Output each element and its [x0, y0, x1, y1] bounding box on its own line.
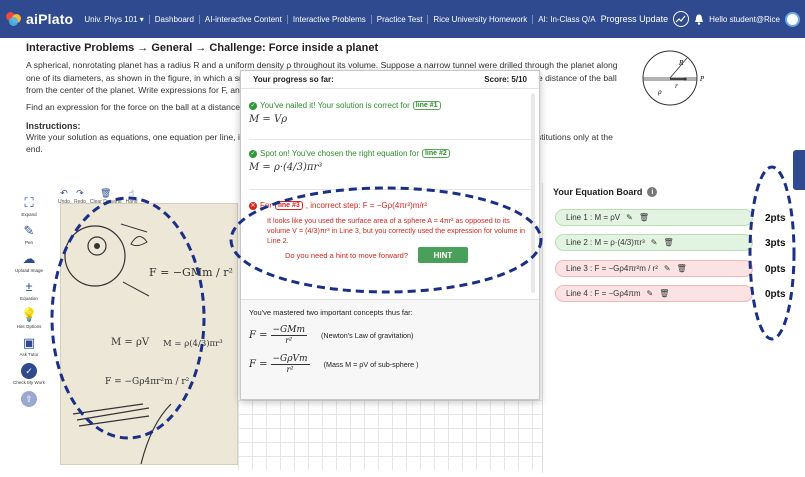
- user-greeting[interactable]: Hello student@Rice: [709, 15, 780, 24]
- bell-icon[interactable]: [694, 14, 704, 25]
- handwritten-line-2: M = ρV: [111, 337, 150, 348]
- hint-question: Do you need a hint to move forward?: [285, 250, 408, 260]
- pencil-icon[interactable]: ✎: [651, 238, 658, 247]
- feedback-equation-2: M = ρ·(4/3)πr³: [249, 162, 323, 173]
- handwritten-line-1: F = −GMm / r²: [149, 266, 233, 279]
- upload-image-tool[interactable]: ☁ Upload Image: [15, 251, 43, 273]
- equation-board-title: Your Equation Board: [553, 187, 643, 197]
- equation-board: Your Equation Board i Line 1 : M = ρV ✎ …: [542, 183, 794, 473]
- nav-progress-update[interactable]: Progress Update: [601, 14, 669, 24]
- undo-icon: ↶: [60, 188, 68, 198]
- mastered-title: You've mastered two important concepts t…: [249, 308, 413, 317]
- nav-rice-homework[interactable]: Rice University Homework: [427, 14, 532, 24]
- pencil-icon[interactable]: ✎: [647, 289, 654, 298]
- cloud-upload-icon: ☁: [22, 251, 36, 266]
- score-label: Score: 5/10: [484, 75, 527, 84]
- equation-icon: ±: [25, 279, 33, 294]
- hint-button[interactable]: HINT: [418, 247, 468, 263]
- modal-title: Your progress so far:: [253, 75, 334, 84]
- pen-icon: ✎: [23, 223, 35, 238]
- avatar[interactable]: [784, 11, 800, 27]
- top-navigation-bar: aiPlato Univ. Phys 101 ▾ Dashboard AI-in…: [0, 0, 805, 38]
- equation-row-3-points: 0pts: [765, 264, 786, 275]
- handwritten-line-3: M = ρ(4/3)πr³: [163, 339, 223, 349]
- trash-icon[interactable]: 🗑: [677, 264, 687, 273]
- feedback-equation-1: M = Vρ: [249, 114, 288, 125]
- trash-icon: 🗑: [100, 188, 112, 198]
- handwritten-line-4: F = −Gρ4πr²m / r²: [105, 377, 190, 387]
- redo-icon: ↷: [76, 188, 84, 198]
- diagram-label-R: R: [678, 60, 684, 67]
- course-selector[interactable]: Univ. Phys 101 ▾: [79, 15, 148, 24]
- feedback-line-2: ✓ Spot on! You've chosen the right equati…: [249, 149, 533, 173]
- line-tag[interactable]: line #2: [421, 149, 450, 158]
- drawing-canvas-grid[interactable]: [238, 400, 554, 470]
- tutor-icon: ▣: [22, 335, 36, 350]
- info-icon[interactable]: i: [647, 187, 658, 197]
- handwritten-work-photo: F = −GMm / r² M = ρV M = ρ(4/3)πr³ F = −…: [60, 203, 238, 465]
- error-explanation: It looks like you used the surface area …: [267, 216, 526, 245]
- side-panel-tab[interactable]: [793, 150, 805, 190]
- equation-row-4-points: 0pts: [765, 289, 786, 300]
- upload-arrow-icon: ⇧: [21, 391, 37, 407]
- equation-row-2-points: 3pts: [765, 238, 786, 249]
- mastered-concepts: You've mastered two important concepts t…: [241, 299, 539, 399]
- submit-button[interactable]: ⇧: [21, 391, 37, 407]
- equation-row-3[interactable]: Line 3 : F = −Gρ4πr²m / r² ✎ 🗑: [555, 260, 753, 277]
- hint-options-tool[interactable]: 💡 Hint Options: [17, 307, 42, 329]
- logo-icon: [6, 12, 22, 26]
- nav-in-class-qa[interactable]: AI: In-Class Q/A: [532, 14, 600, 24]
- planet-diagram: R r ρ P: [642, 50, 705, 106]
- check-circle-icon: ✓: [249, 101, 257, 110]
- diagram-label-r: r: [675, 83, 679, 90]
- nav-ai-interactive-content[interactable]: AI-interactive Content: [198, 14, 287, 24]
- nav-practice-test[interactable]: Practice Test: [370, 14, 428, 24]
- pencil-icon[interactable]: ✎: [626, 213, 633, 222]
- check-circle-icon: ✓: [249, 149, 257, 158]
- equation-row-1[interactable]: Line 1 : M = ρV ✎ 🗑: [555, 209, 753, 226]
- breadcrumb: Interactive Problems → General → Challen…: [26, 42, 379, 54]
- lightbulb-icon: 💡: [20, 307, 38, 322]
- line-tag[interactable]: line #1: [412, 101, 441, 110]
- ask-tutor-tool[interactable]: ▣ Ask Tutor: [19, 335, 38, 357]
- error-circle-icon: ✕: [249, 201, 257, 210]
- check-my-work-button[interactable]: ✓ Check My Work: [13, 363, 45, 385]
- nav-interactive-problems[interactable]: Interactive Problems: [286, 14, 371, 24]
- trash-icon[interactable]: 🗑: [663, 238, 673, 247]
- expand-tool[interactable]: ⛶ Expand: [21, 195, 37, 217]
- pencil-icon[interactable]: ✎: [664, 264, 671, 273]
- equation-row-2[interactable]: Line 2 : M = ρ·(4/3)πr³ ✎ 🗑: [555, 234, 753, 251]
- line-tag[interactable]: line #3: [275, 201, 303, 210]
- equation-row-1-points: 2pts: [765, 213, 786, 224]
- concept-1: F = −GMm r² (Newton's Law of gravitation): [249, 325, 414, 345]
- progress-chart-icon[interactable]: [673, 11, 690, 27]
- diagram-label-rho: ρ: [657, 89, 662, 96]
- feedback-line-1: ✓ You've nailed it! Your solution is corr…: [249, 101, 533, 125]
- equation-tool[interactable]: ± Equation: [20, 279, 38, 301]
- pen-tool[interactable]: ✎ Pen: [21, 223, 37, 245]
- feedback-line-3: ✕ For line #3, incorrect step: F = −Gρ(4πr…: [249, 201, 533, 246]
- equation-row-4[interactable]: Line 4 : F = −Gρ4πm ✎ 🗑: [555, 285, 753, 302]
- tool-rail: ⛶ Expand ✎ Pen ☁ Upload Image ± Equation 💡 Hi…: [10, 195, 48, 407]
- logo[interactable]: aiPlato: [6, 11, 73, 27]
- progress-modal: Your progress so far: Score: 5/10 ✓ You'v…: [240, 70, 540, 400]
- concept-2: F = −GρVm r² (Mass M = ρV of sub-sphere ): [249, 354, 419, 374]
- diagram-label-P: P: [699, 76, 705, 83]
- expand-icon: ⛶: [24, 195, 34, 210]
- brand-name: aiPlato: [26, 11, 74, 27]
- hand-icon: ☝: [128, 188, 135, 198]
- check-icon: ✓: [20, 363, 37, 379]
- trash-icon[interactable]: 🗑: [659, 289, 669, 298]
- trash-icon[interactable]: 🗑: [639, 213, 649, 222]
- nav-dashboard[interactable]: Dashboard: [148, 14, 199, 24]
